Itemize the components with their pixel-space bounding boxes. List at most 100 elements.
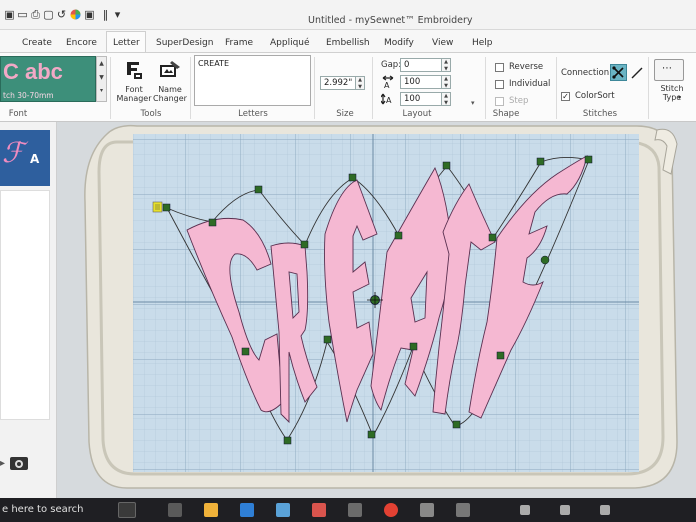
app-icon[interactable] <box>456 503 470 517</box>
font-size-range: tch 30-70mm <box>3 91 54 100</box>
mail-icon[interactable] <box>240 503 254 517</box>
font-manager-icon <box>127 62 142 79</box>
design-thumbnail[interactable]: ℱ A <box>0 130 50 186</box>
tab-help[interactable]: Help <box>466 34 499 52</box>
stitch-type-button[interactable]: ⋯ <box>654 59 684 81</box>
handle[interactable] <box>367 430 376 439</box>
height-scale-spinner[interactable]: ▲ ▼ <box>442 92 451 106</box>
design-canvas[interactable] <box>57 122 696 502</box>
height-scale-field[interactable]: 100 <box>400 92 442 106</box>
font-manager-button[interactable]: Font Manager <box>114 57 154 105</box>
handle[interactable] <box>584 155 593 164</box>
tray-icon[interactable] <box>560 505 570 515</box>
colorsort-checkbox[interactable]: ✓ <box>561 92 570 101</box>
handle[interactable] <box>208 218 217 227</box>
font-scroll-buttons[interactable]: ▲ ▼ ▾ <box>96 56 107 102</box>
chrome-icon[interactable] <box>384 503 398 517</box>
handle[interactable] <box>540 255 550 265</box>
tab-letter[interactable]: Letter <box>106 31 146 53</box>
undo-icon[interactable]: ↺ <box>56 9 67 20</box>
tray-icon[interactable] <box>600 505 610 515</box>
scroll-down-icon[interactable]: ▼ <box>97 71 106 85</box>
file-explorer-icon[interactable] <box>204 503 218 517</box>
tab-embellish[interactable]: Embellish <box>320 34 376 52</box>
handle[interactable] <box>241 347 250 356</box>
arrow-icon[interactable]: ▸ <box>0 458 5 469</box>
handle[interactable] <box>452 420 461 429</box>
photos-icon[interactable] <box>276 503 290 517</box>
scissors-icon <box>612 66 624 79</box>
tray-icon[interactable] <box>520 505 530 515</box>
copy-icon[interactable]: ▢ <box>43 9 54 20</box>
tab-applique[interactable]: Appliqué <box>264 34 316 52</box>
more-icon[interactable]: ▾ <box>97 85 106 97</box>
task-view-icon[interactable] <box>118 502 136 518</box>
pause-icon[interactable]: ‖ <box>100 9 111 20</box>
handle[interactable] <box>348 173 357 182</box>
handle[interactable] <box>488 233 497 242</box>
step-label: Step <box>509 96 529 106</box>
letters-group-label: Letters <box>238 109 268 119</box>
handle[interactable] <box>496 351 505 360</box>
design-list[interactable] <box>0 190 50 420</box>
save-icon[interactable]: ▣ <box>4 9 15 20</box>
connection-tie-button[interactable] <box>610 64 627 81</box>
tab-create[interactable]: Create <box>16 34 58 52</box>
name-changer-button[interactable]: Name Changer <box>150 57 190 105</box>
tab-frame[interactable]: Frame <box>219 34 259 52</box>
handle[interactable] <box>536 157 545 166</box>
app-icon[interactable] <box>348 503 362 517</box>
divider <box>485 57 486 119</box>
divider <box>372 57 373 119</box>
tab-view[interactable]: View <box>426 34 459 52</box>
handle[interactable] <box>409 342 418 351</box>
letters-text-box[interactable]: CREATE <box>194 55 311 106</box>
gap-field[interactable]: 0 <box>400 58 442 72</box>
stitch-type-dropdown-icon[interactable]: ▾ <box>678 94 681 101</box>
name-changer-icon <box>160 61 180 77</box>
shape-group-label: Shape <box>492 109 520 119</box>
handle[interactable] <box>254 185 263 194</box>
width-scale-spinner[interactable]: ▲ ▼ <box>442 75 451 89</box>
size-spinner[interactable]: ▲ ▼ <box>356 76 365 90</box>
handle[interactable] <box>283 436 292 445</box>
preview-icon[interactable]: ▣ <box>84 9 95 20</box>
taskbar-search[interactable]: e here to search <box>2 504 83 515</box>
layout-dropdown-icon[interactable]: ▾ <box>471 99 475 107</box>
handle[interactable] <box>300 240 309 249</box>
width-scale-field[interactable]: 100 <box>400 75 442 89</box>
stitch-type-label: Stitch Type <box>660 84 684 102</box>
thumbnail-glyph: ℱ <box>2 136 25 169</box>
tab-superdesign[interactable]: SuperDesign <box>150 34 219 52</box>
svg-text:A: A <box>384 81 390 89</box>
print-icon[interactable]: ⎙ <box>30 9 41 20</box>
handle[interactable] <box>162 203 171 212</box>
new-file-icon[interactable]: ▭ <box>17 9 28 20</box>
handle[interactable] <box>442 161 451 170</box>
reverse-checkbox[interactable] <box>495 63 504 72</box>
scroll-up-icon[interactable]: ▲ <box>97 57 106 71</box>
embroidery-app-icon[interactable] <box>312 503 326 517</box>
tab-encore[interactable]: Encore <box>60 34 103 52</box>
handle[interactable] <box>394 231 403 240</box>
tab-modify[interactable]: Modify <box>378 34 420 52</box>
font-group-label: Font <box>8 109 28 119</box>
app-icon[interactable] <box>420 503 434 517</box>
individual-label: Individual <box>509 79 551 89</box>
app-icon[interactable] <box>168 503 182 517</box>
individual-checkbox[interactable] <box>495 80 504 89</box>
step-checkbox[interactable] <box>495 97 504 106</box>
handle[interactable] <box>323 335 332 344</box>
color-wheel-icon[interactable] <box>70 9 81 20</box>
hoop-workspace[interactable] <box>57 122 696 502</box>
anchor-handle-icon[interactable] <box>152 201 163 213</box>
app-window: ▣ ▭ ⎙ ▢ ↺ ▣ ‖ ▾ Untitled - mySewnet™ Emb… <box>0 0 696 522</box>
gap-spinner[interactable]: ▲ ▼ <box>442 58 451 72</box>
dropdown-icon[interactable]: ▾ <box>112 9 123 20</box>
connection-line-icon[interactable] <box>630 66 644 80</box>
camera-lens-icon[interactable] <box>8 454 30 472</box>
divider <box>110 57 111 119</box>
font-preview[interactable]: C abc tch 30-70mm <box>0 56 96 102</box>
divider <box>556 57 557 119</box>
size-field[interactable]: 2.992" <box>320 76 356 90</box>
